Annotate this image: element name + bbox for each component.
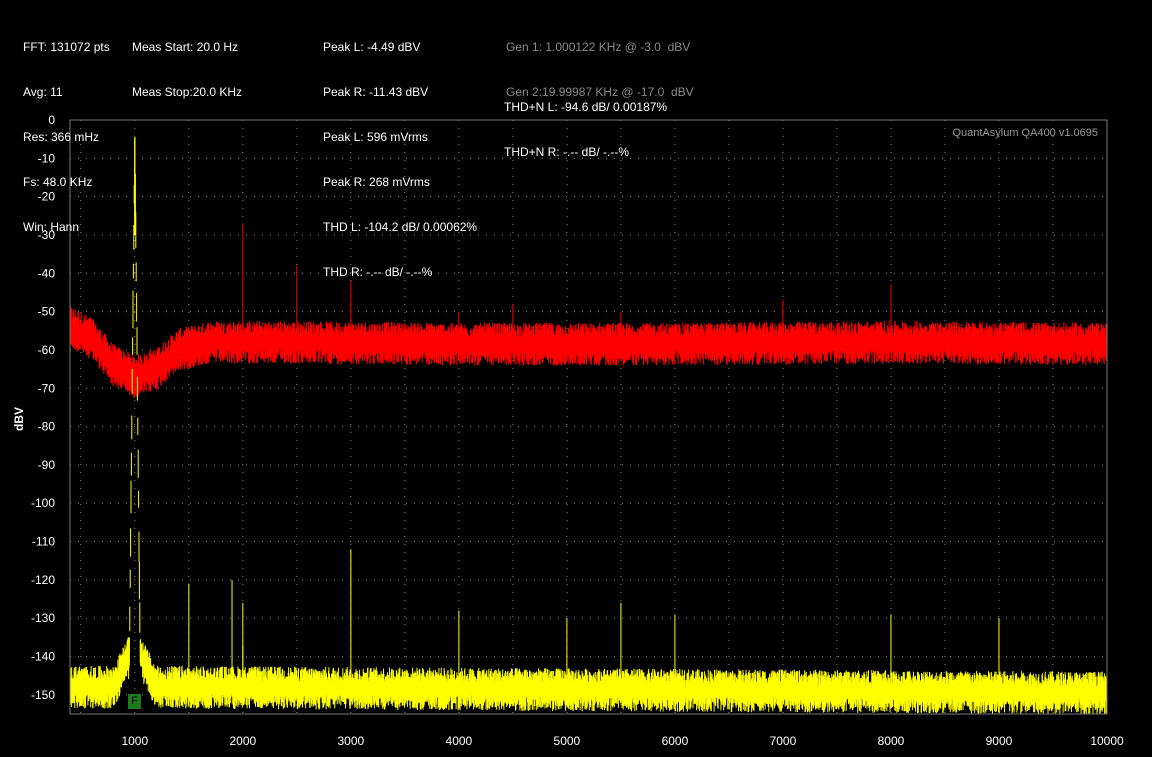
plot-frame (69, 119, 1108, 715)
version-watermark: QuantAsylum QA400 v1.0695 (952, 127, 1098, 139)
generator-settings: Gen 1: 1.000122 KHz @ -3.0 dBV Gen 2:19.… (506, 10, 694, 115)
trace-noise (69, 137, 1108, 714)
y-tick-label: -110 (32, 535, 55, 549)
y-axis-label: dBV (12, 407, 26, 431)
averages: Avg: 11 (23, 85, 63, 99)
fft-points: FFT: 131072 pts (23, 40, 110, 54)
x-tick-label: 7000 (770, 734, 797, 748)
thd-l: THD L: -104.2 dB/ 0.00062% (323, 220, 478, 234)
peak-l-vrms: Peak L: 596 mVrms (323, 130, 428, 144)
meas-stop: Meas Stop:20.0 KHz (132, 85, 243, 99)
y-tick-label: -150 (31, 688, 55, 702)
y-tick-label: -80 (38, 420, 56, 434)
y-tick-label: -40 (38, 266, 56, 280)
y-tick-label: -140 (31, 650, 55, 664)
x-tick-label: 2000 (229, 734, 256, 748)
x-tick-label: 1000 (121, 734, 148, 748)
y-tick-label: -90 (38, 458, 56, 472)
resolution: Res: 366 mHz (23, 130, 100, 144)
plot-grid (70, 119, 1107, 714)
trace-l (69, 137, 1108, 714)
meas-start: Meas Start: 20.0 Hz (132, 40, 239, 54)
x-tick-label: 3000 (338, 734, 365, 748)
y-tick-label: -100 (31, 496, 55, 510)
x-tick-label: 10000 (1090, 734, 1124, 748)
peak-r-vrms: Peak R: 268 mVrms (323, 175, 430, 189)
y-tick-label: -120 (31, 573, 55, 587)
thdn-r: THD+N R: -.-- dB/ -.--% (504, 145, 629, 159)
y-tick-label: -70 (38, 381, 56, 395)
x-tick-label: 5000 (554, 734, 581, 748)
measurement-range: Meas Start: 20.0 Hz Meas Stop:20.0 KHz (132, 10, 242, 115)
sample-rate: Fs: 48.0 KHz (23, 175, 93, 189)
thd-r: THD R: -.-- dB/ -.--% (323, 265, 433, 279)
x-tick-label: 8000 (878, 734, 905, 748)
gen2: Gen 2:19.99987 KHz @ -17.0 dBV (506, 85, 694, 99)
spectrum-traces (69, 137, 1108, 714)
fundamental-marker[interactable]: F (128, 694, 141, 709)
gen1: Gen 1: 1.000122 KHz @ -3.0 dBV (506, 40, 691, 54)
y-tick-label: -60 (38, 343, 56, 357)
y-tick-label: -50 (38, 305, 56, 319)
peak-r-dbv: Peak R: -11.43 dBV (323, 85, 429, 99)
x-tick-label: 9000 (986, 734, 1013, 748)
y-tick-label: -130 (31, 611, 55, 625)
x-tick-labels: 1000 2000 3000 4000 5000 6000 7000 8000 9000 1000… (121, 734, 1124, 748)
peak-l-dbv: Peak L: -4.49 dBV (323, 40, 421, 54)
peak-readouts: Peak L: -4.49 dBV Peak R: -11.43 dBV Pea… (323, 10, 477, 295)
trace-noise (69, 305, 1108, 398)
window-type: Win: Hann (23, 220, 80, 234)
x-tick-label: 4000 (446, 734, 473, 748)
fft-info: FFT: 131072 pts Avg: 11 Res: 366 mHz Fs:… (23, 10, 110, 250)
trace-r (69, 223, 1108, 398)
x-tick-label: 6000 (662, 734, 689, 748)
